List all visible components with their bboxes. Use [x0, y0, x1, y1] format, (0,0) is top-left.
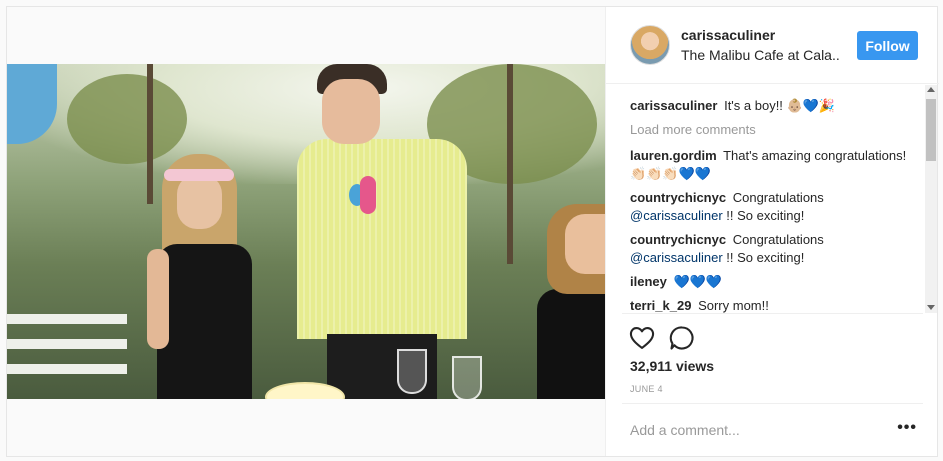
- username-link[interactable]: carissaculiner: [681, 27, 775, 43]
- post-photo[interactable]: [7, 64, 605, 399]
- comment-mention[interactable]: @carissaculiner: [630, 208, 723, 223]
- post-actions: 32,911 views JUNE 4: [622, 313, 923, 413]
- load-more-comments-link[interactable]: Load more comments: [630, 121, 920, 139]
- add-comment-input[interactable]: [630, 420, 880, 440]
- add-comment-bar: •••: [622, 403, 923, 456]
- post-media: [7, 7, 605, 456]
- comment-author[interactable]: terri_k_29: [630, 298, 691, 313]
- caption: carissaculiner It's a boy!! 👶🏼💙🎉: [630, 97, 920, 115]
- comment-text: 💙💙💙: [673, 274, 723, 289]
- comment-text: Sorry mom!!: [698, 298, 769, 313]
- speech-bubble-icon[interactable]: [668, 324, 696, 352]
- post-header: carissaculiner The Malibu Cafe at Cala..…: [606, 7, 939, 84]
- comment-text: !! So exciting!: [722, 250, 805, 265]
- comment-item: terri_k_29 Sorry mom!!: [630, 297, 920, 313]
- comment-author[interactable]: countrychicnyc: [630, 190, 726, 205]
- comment-author[interactable]: lauren.gordim: [630, 148, 717, 163]
- post-sidebar: carissaculiner The Malibu Cafe at Cala..…: [605, 7, 939, 456]
- photo-fence: [7, 364, 127, 374]
- comment-author[interactable]: ileney: [630, 274, 667, 289]
- more-options-icon[interactable]: •••: [897, 420, 917, 436]
- comment-item: ileney 💙💙💙: [630, 273, 920, 291]
- scroll-up-arrow-icon[interactable]: [927, 87, 935, 92]
- comment-item: countrychicnyc Congratulations @carissac…: [630, 189, 920, 225]
- scrollbar-thumb[interactable]: [926, 99, 936, 161]
- photo-wine-glass: [397, 349, 427, 394]
- photo-person-middle: [297, 64, 467, 399]
- photo-person-right: [537, 204, 605, 399]
- comment-list: carissaculiner It's a boy!! 👶🏼💙🎉 Load mo…: [630, 97, 920, 313]
- location-link[interactable]: The Malibu Cafe at Cala...: [681, 47, 841, 63]
- comment-author[interactable]: countrychicnyc: [630, 232, 726, 247]
- scroll-down-arrow-icon[interactable]: [927, 305, 935, 310]
- caption-text: It's a boy!! 👶🏼💙🎉: [724, 98, 836, 113]
- photo-wine-glass: [452, 356, 482, 399]
- photo-fence: [7, 339, 127, 349]
- avatar[interactable]: [630, 25, 670, 65]
- caption-author[interactable]: carissaculiner: [630, 98, 717, 113]
- follow-button[interactable]: Follow: [857, 31, 918, 60]
- view-count[interactable]: 32,911 views: [630, 358, 714, 374]
- instagram-post: carissaculiner The Malibu Cafe at Cala..…: [6, 6, 939, 457]
- comments-section[interactable]: carissaculiner It's a boy!! 👶🏼💙🎉 Load mo…: [606, 85, 939, 313]
- photo-person-left: [142, 149, 262, 399]
- post-date[interactable]: JUNE 4: [630, 384, 663, 394]
- comment-text: Congratulations: [732, 190, 824, 205]
- comment-text: !! So exciting!: [722, 208, 805, 223]
- comment-item: countrychicnyc Congratulations @carissac…: [630, 231, 920, 267]
- photo-fence: [7, 314, 127, 324]
- comment-mention[interactable]: @carissaculiner: [630, 250, 723, 265]
- heart-icon[interactable]: [628, 324, 656, 352]
- action-icons: [628, 324, 696, 352]
- comment-item: lauren.gordim That's amazing congratulat…: [630, 147, 920, 183]
- comment-text: Congratulations: [732, 232, 824, 247]
- comments-scrollbar[interactable]: [925, 85, 937, 313]
- photo-tree: [507, 64, 513, 264]
